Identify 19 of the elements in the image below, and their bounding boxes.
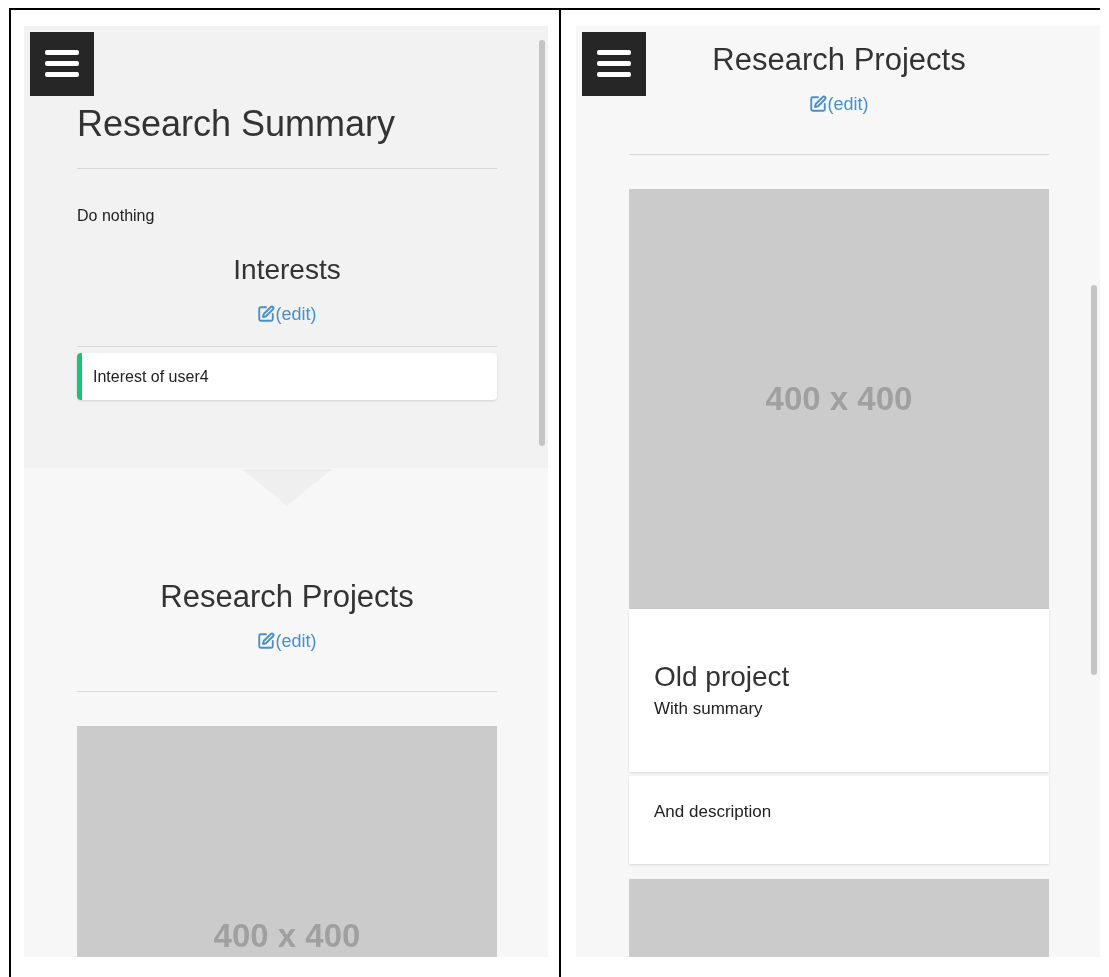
menu-button[interactable] [30, 32, 94, 96]
project-description: And description [654, 800, 772, 823]
edit-icon [809, 95, 828, 113]
summary-text: Do nothing [77, 206, 156, 226]
section-title: Research Projects [160, 578, 414, 616]
edit-icon [257, 305, 276, 323]
menu-icon [45, 50, 79, 78]
section-title: Research Projects [712, 41, 966, 79]
menu-icon [597, 50, 631, 78]
project-title: Old project [654, 660, 791, 694]
edit-link[interactable]: (edit) [257, 629, 317, 653]
edit-icon [257, 632, 276, 650]
menu-button[interactable] [582, 32, 646, 96]
project-summary: With summary [654, 698, 764, 720]
interest-text: Interest of user4 [92, 366, 209, 387]
page-heading: Research Summary [77, 102, 397, 146]
edit-link[interactable]: (edit) [257, 302, 317, 326]
edit-link[interactable]: (edit) [809, 92, 869, 116]
section-title: Interests [233, 253, 341, 287]
